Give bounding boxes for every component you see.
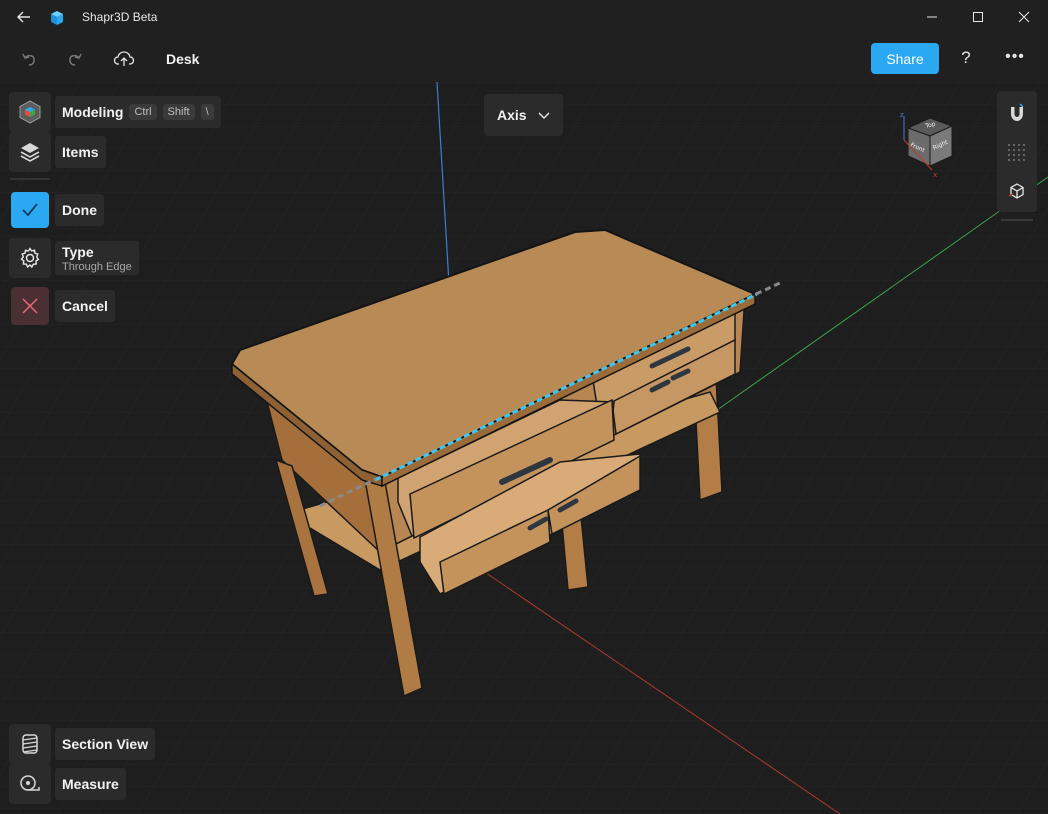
close-x-icon — [22, 298, 38, 314]
done-label: Done — [55, 194, 104, 226]
desk-model-scene[interactable] — [0, 82, 1048, 814]
grid-dots-icon[interactable] — [1005, 141, 1029, 165]
items-button[interactable] — [9, 132, 51, 172]
minimize-icon[interactable] — [909, 0, 955, 34]
cancel-label: Cancel — [55, 290, 115, 322]
snap-magnet-icon[interactable] — [1005, 101, 1029, 125]
help-button[interactable]: ? — [955, 48, 977, 70]
share-button[interactable]: Share — [871, 43, 939, 74]
right-panel-divider — [1001, 219, 1033, 221]
left-panel-divider — [10, 178, 50, 180]
cloud-upload-icon[interactable] — [111, 46, 137, 72]
chevron-down-icon — [537, 108, 551, 125]
modeling-workspace-button[interactable] — [9, 92, 51, 132]
gear-icon — [20, 247, 40, 269]
axis-dropdown[interactable]: Axis — [484, 94, 563, 136]
modeling-label: Modeling Ctrl Shift \ — [55, 96, 221, 128]
view-cube-axis-z: z — [900, 111, 904, 119]
type-settings-button[interactable] — [9, 238, 51, 278]
app-title: Shapr3D Beta — [82, 10, 158, 24]
items-label: Items — [55, 136, 106, 168]
modeling-label-text: Modeling — [62, 104, 124, 120]
measure-label: Measure — [55, 768, 126, 800]
close-icon[interactable] — [1001, 0, 1047, 34]
done-button[interactable] — [11, 192, 49, 228]
redo-icon[interactable] — [62, 46, 88, 72]
section-view-label: Section View — [55, 728, 156, 760]
type-selector[interactable]: Type Through Edge — [55, 241, 139, 275]
shapr3d-logo-icon — [48, 9, 66, 27]
section-view-icon — [22, 734, 38, 754]
view-cube[interactable]: Top Front Right z x — [896, 110, 960, 180]
title-bar: Shapr3D Beta — [0, 0, 1048, 34]
3d-viewport[interactable]: Axis Top Front Right z x Modeling Ctrl S… — [0, 82, 1048, 814]
top-toolbar: Desk Share ? ••• — [0, 34, 1048, 82]
section-view-button[interactable] — [9, 724, 51, 764]
shortcut-ctrl: Ctrl — [129, 104, 157, 120]
shortcut-shift: Shift — [162, 104, 195, 120]
shortcut-backslash: \ — [200, 104, 214, 120]
back-arrow-icon[interactable] — [12, 7, 36, 27]
axis-dropdown-label: Axis — [497, 107, 527, 123]
right-tool-panel — [997, 91, 1037, 212]
cancel-button[interactable] — [11, 287, 49, 325]
view-cube-axis-x: x — [933, 171, 937, 179]
maximize-icon[interactable] — [955, 0, 1001, 34]
measure-button[interactable] — [9, 764, 51, 804]
document-name[interactable]: Desk — [166, 51, 199, 67]
type-value: Through Edge — [62, 260, 132, 273]
tape-measure-icon — [20, 775, 40, 791]
type-label: Type — [62, 243, 94, 260]
more-options-button[interactable]: ••• — [1004, 48, 1026, 70]
view-settings-cube-icon[interactable] — [1005, 179, 1029, 203]
undo-icon[interactable] — [16, 46, 42, 72]
